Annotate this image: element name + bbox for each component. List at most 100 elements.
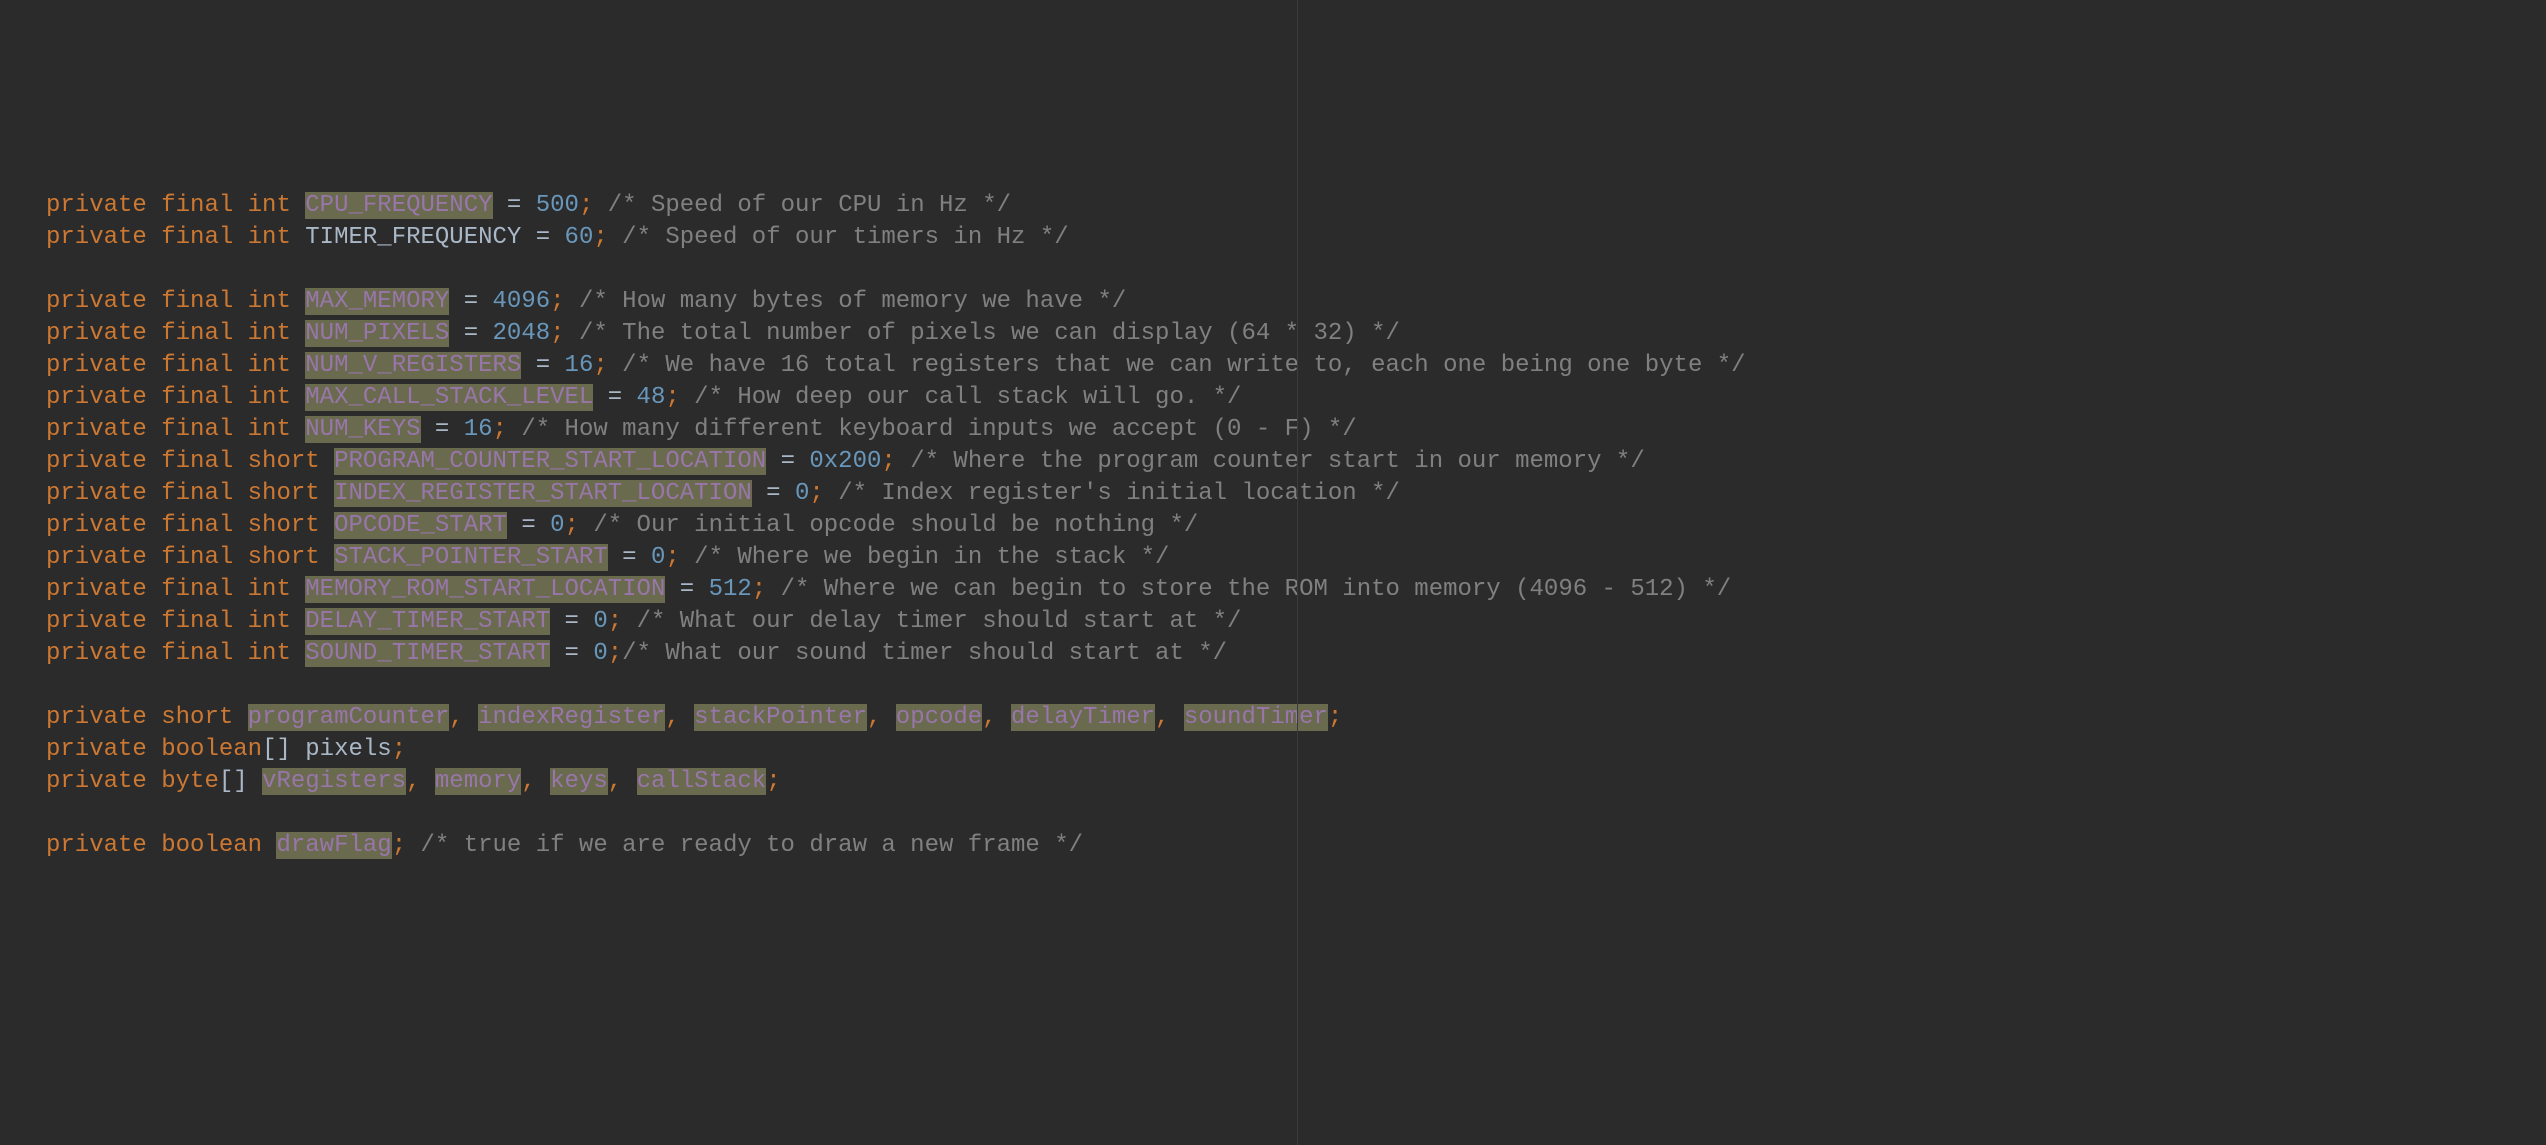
code-token-sp (997, 704, 1011, 731)
code-token-sp (550, 608, 564, 635)
code-line[interactable]: private final int NUM_PIXELS = 2048; /* … (46, 318, 2546, 350)
code-token-kw: boolean (161, 736, 262, 763)
code-token-sp (147, 192, 161, 219)
code-editor[interactable]: private final int CPU_FREQUENCY = 500; /… (46, 190, 2546, 862)
code-token-punct: , (867, 704, 881, 731)
code-line[interactable] (46, 798, 2546, 830)
code-token-cmt: /* Speed of our CPU in Hz */ (608, 192, 1011, 219)
code-line[interactable]: private final int MAX_CALL_STACK_LEVEL =… (46, 382, 2546, 414)
code-token-op: = (536, 352, 550, 379)
editor-ruler (1297, 0, 1298, 1145)
code-line[interactable]: private final int MEMORY_ROM_START_LOCAT… (46, 574, 2546, 606)
code-line[interactable]: private final int SOUND_TIMER_START = 0;… (46, 638, 2546, 670)
code-token-kw: private (46, 512, 147, 539)
code-token-kw: private (46, 576, 147, 603)
code-token-sp (507, 416, 521, 443)
code-line[interactable]: private final int NUM_V_REGISTERS = 16; … (46, 350, 2546, 382)
code-token-sp (521, 224, 535, 251)
code-token-op: = (781, 448, 795, 475)
code-token-hlfield: DELAY_TIMER_START (305, 608, 550, 635)
code-token-hlfield: vRegisters (262, 768, 406, 795)
code-token-sp (507, 512, 521, 539)
code-token-sp (565, 320, 579, 347)
code-token-punct: ; (752, 576, 766, 603)
code-token-kw: private (46, 768, 147, 795)
code-token-kw: private (46, 416, 147, 443)
code-line[interactable]: private final short INDEX_REGISTER_START… (46, 478, 2546, 510)
code-token-sp (680, 384, 694, 411)
code-token-sp (464, 704, 478, 731)
code-token-cmt: /* true if we are ready to draw a new fr… (421, 832, 1084, 859)
code-line[interactable]: private final int MAX_MEMORY = 4096; /* … (46, 286, 2546, 318)
code-token-cmt: /* Where we begin in the stack */ (694, 544, 1169, 571)
code-token-num: 2048 (493, 320, 551, 347)
code-line[interactable]: private short programCounter, indexRegis… (46, 702, 2546, 734)
code-line[interactable]: private final int DELAY_TIMER_START = 0;… (46, 606, 2546, 638)
code-token-num: 4096 (493, 288, 551, 315)
code-token-kw: int (248, 352, 291, 379)
code-token-sp (449, 288, 463, 315)
code-token-sp (248, 768, 262, 795)
code-token-kw: private (46, 352, 147, 379)
code-token-sp (291, 640, 305, 667)
code-token-hlfield: OPCODE_START (334, 512, 507, 539)
code-token-kw: final (161, 480, 233, 507)
code-line[interactable] (46, 670, 2546, 702)
code-token-ident: TIMER_FREQUENCY (305, 224, 521, 251)
code-token-sp (147, 224, 161, 251)
code-line[interactable]: private byte[] vRegisters, memory, keys,… (46, 766, 2546, 798)
code-token-kw: private (46, 480, 147, 507)
code-line[interactable]: private final int NUM_KEYS = 16; /* How … (46, 414, 2546, 446)
code-token-sp (147, 416, 161, 443)
code-line[interactable]: private final short STACK_POINTER_START … (46, 542, 2546, 574)
code-token-sp (147, 640, 161, 667)
code-token-sp (291, 352, 305, 379)
code-token-hlfield: MAX_CALL_STACK_LEVEL (305, 384, 593, 411)
code-token-sp (565, 288, 579, 315)
code-token-cmt: /* Speed of our timers in Hz */ (622, 224, 1068, 251)
code-token-sp (550, 224, 564, 251)
code-token-sp (680, 544, 694, 571)
code-token-cmt: /* What our delay timer should start at … (637, 608, 1242, 635)
code-token-punct: ; (665, 384, 679, 411)
code-token-num: 48 (637, 384, 666, 411)
code-token-num: 0 (550, 512, 564, 539)
code-token-sp (147, 352, 161, 379)
code-token-sp (147, 768, 161, 795)
code-token-sp (1169, 704, 1183, 731)
code-line[interactable]: private final int TIMER_FREQUENCY = 60; … (46, 222, 2546, 254)
code-token-punct: , (406, 768, 420, 795)
code-token-punct: ; (392, 736, 406, 763)
code-token-sp (622, 384, 636, 411)
code-line[interactable]: private final int CPU_FREQUENCY = 500; /… (46, 190, 2546, 222)
code-line[interactable]: private boolean drawFlag; /* true if we … (46, 830, 2546, 862)
code-token-sp (147, 576, 161, 603)
code-token-sp (233, 704, 247, 731)
code-token-kw: private (46, 320, 147, 347)
code-token-cmt: /* Where we can begin to store the ROM i… (781, 576, 1732, 603)
code-token-num: 512 (709, 576, 752, 603)
code-token-kw: int (248, 288, 291, 315)
code-token-sp (449, 416, 463, 443)
code-token-sp (147, 736, 161, 763)
code-token-sp (233, 544, 247, 571)
code-token-sp (320, 544, 334, 571)
code-line[interactable]: private boolean[] pixels; (46, 734, 2546, 766)
code-token-sp (233, 224, 247, 251)
code-token-sp (320, 448, 334, 475)
code-token-kw: int (248, 416, 291, 443)
code-token-kw: final (161, 512, 233, 539)
code-token-sp (291, 608, 305, 635)
code-line[interactable]: private final short PROGRAM_COUNTER_STAR… (46, 446, 2546, 478)
code-line[interactable]: private final short OPCODE_START = 0; /*… (46, 510, 2546, 542)
code-token-hlfield: MEMORY_ROM_START_LOCATION (305, 576, 665, 603)
code-token-punct: ; (550, 320, 564, 347)
code-token-kw: private (46, 608, 147, 635)
code-token-hlfield: PROGRAM_COUNTER_START_LOCATION (334, 448, 766, 475)
code-token-sp (262, 832, 276, 859)
code-token-punct: , (521, 768, 535, 795)
code-token-num: 60 (565, 224, 594, 251)
code-token-hlfield: indexRegister (478, 704, 665, 731)
code-token-punct: ; (392, 832, 406, 859)
code-line[interactable] (46, 254, 2546, 286)
